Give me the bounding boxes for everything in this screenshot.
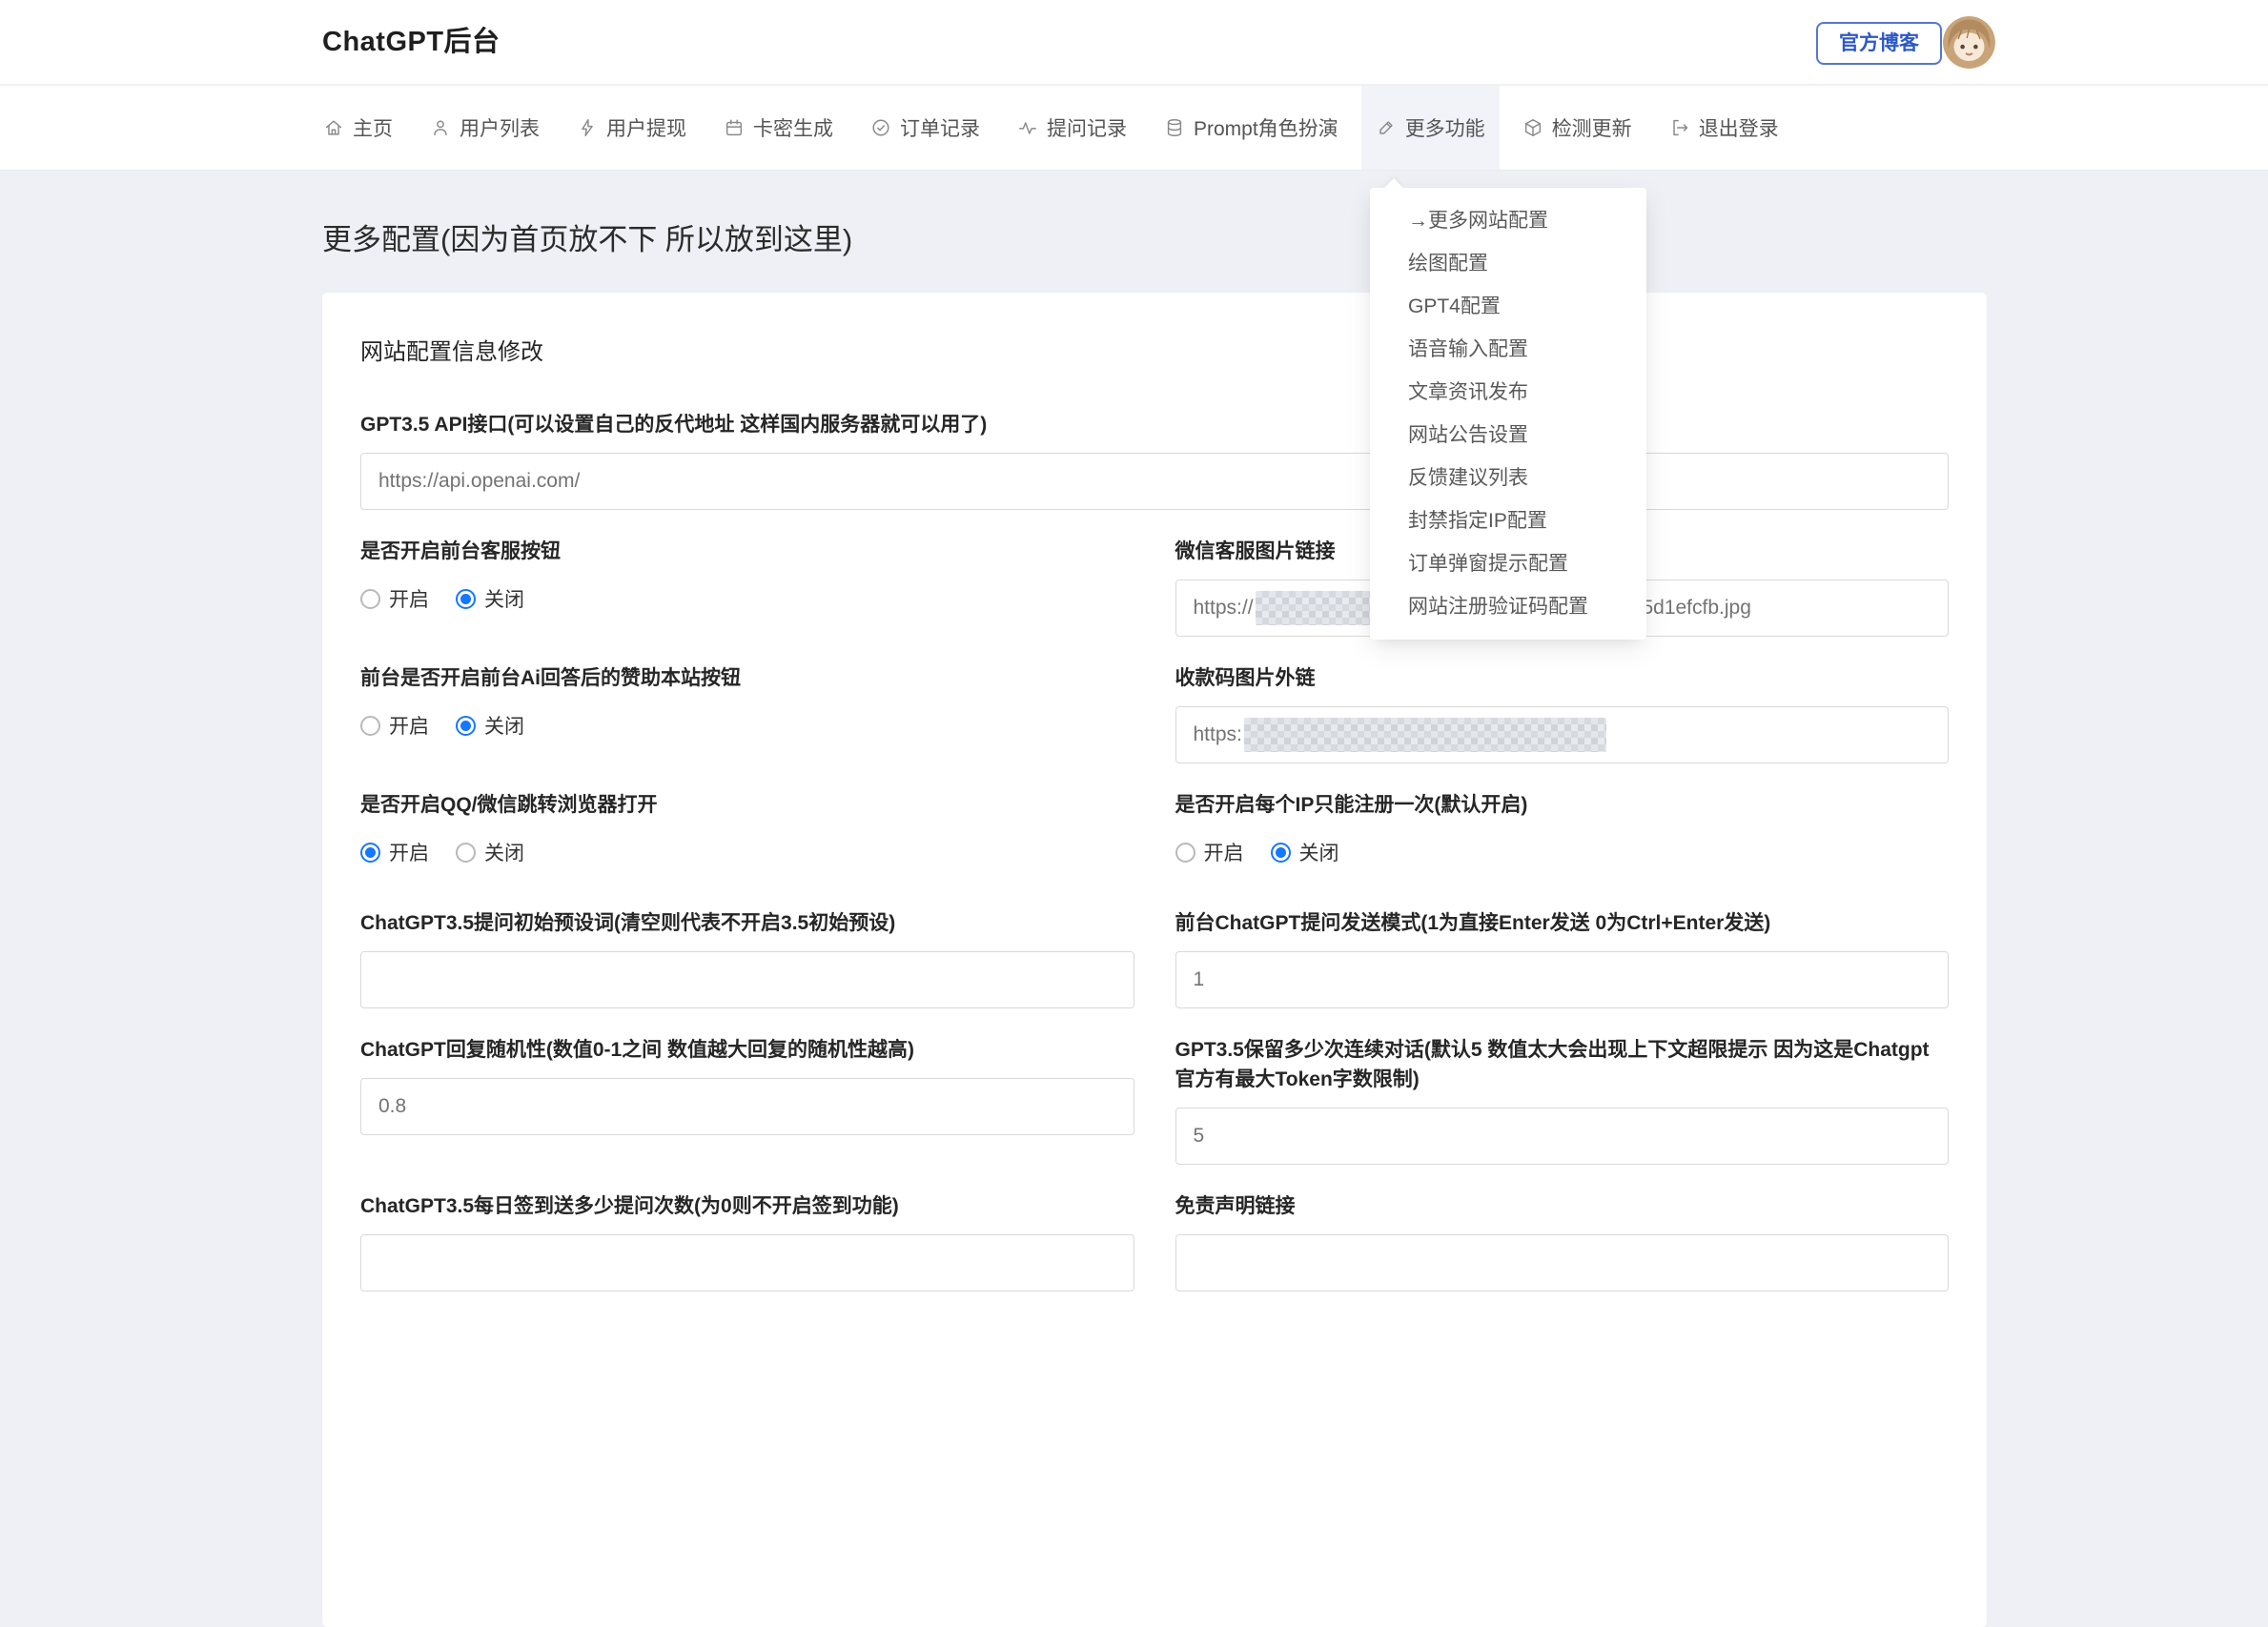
radio-ip-on[interactable]: 开启 [1175,838,1244,866]
field-label: 前台ChatGPT提问发送模式(1为直接Enter发送 0为Ctrl+Enter… [1175,908,1950,938]
dropdown-item-register-captcha-config[interactable]: 网站注册验证码配置 [1370,585,1646,628]
context-rounds-input[interactable] [1175,1108,1950,1165]
api-endpoint-input[interactable] [360,453,1949,510]
field-label: GPT3.5保留多少次连续对话(默认5 数值太大会出现上下文超限提示 因为这是C… [1175,1035,1950,1094]
field-payment-qr: 收款码图片外链 https: [1175,663,1950,763]
dropdown-item-feedback-list[interactable]: 反馈建议列表 [1370,457,1646,499]
official-blog-button[interactable]: 官方博客 [1816,22,1942,65]
nav-item-card-gen[interactable]: 卡密生成 [709,86,848,170]
radio-circle-checked [456,716,476,736]
radio-circle [1175,843,1195,863]
avatar[interactable] [1943,16,1995,69]
field-label: ChatGPT回复随机性(数值0-1之间 数值越大回复的随机性越高) [360,1035,1134,1065]
radio-circle [360,589,380,609]
radio-sponsor-on[interactable]: 开启 [360,711,429,740]
field-preset-words: ChatGPT3.5提问初始预设词(清空则代表不开启3.5初始预设) [360,908,1134,1008]
radio-sponsor-off[interactable]: 关闭 [456,711,524,740]
field-label: ChatGPT3.5每日签到送多少提问次数(为0则不开启签到功能) [360,1191,1134,1221]
nav-item-user-list[interactable]: 用户列表 [416,86,554,170]
dropdown-item-drawing-config[interactable]: 绘图配置 [1370,242,1646,285]
radio-jump-off[interactable]: 关闭 [456,838,524,866]
field-qq-wechat-jump: 是否开启QQ/微信跳转浏览器打开 开启 关闭 [360,790,1134,866]
field-label: GPT3.5 API接口(可以设置自己的反代地址 这样国内服务器就可以用了) [360,410,1949,439]
dropdown-item-more-site-config[interactable]: →更多网站配置 [1370,199,1646,242]
nav-item-orders[interactable]: 订单记录 [856,86,994,170]
field-sponsor-button: 前台是否开启前台Ai回答后的赞助本站按钮 开启 关闭 [360,663,1134,740]
database-icon [1164,117,1185,138]
field-label: 是否开启QQ/微信跳转浏览器打开 [360,790,1134,820]
field-label: 收款码图片外链 [1175,663,1950,693]
radio-circle-checked [456,589,476,609]
field-send-mode: 前台ChatGPT提问发送模式(1为直接Enter发送 0为Ctrl+Enter… [1175,908,1950,1008]
nav-item-questions[interactable]: 提问记录 [1003,86,1141,170]
field-label: 免责声明链接 [1175,1191,1950,1221]
field-ip-register-once: 是否开启每个IP只能注册一次(默认开启) 开启 关闭 [1175,790,1950,866]
calendar-icon [724,117,745,138]
preset-words-input[interactable] [360,951,1134,1008]
field-label: 是否开启前台客服按钮 [360,537,1134,566]
nav-item-more-features[interactable]: 更多功能 [1361,86,1500,170]
dropdown-item-order-popup-config[interactable]: 订单弹窗提示配置 [1370,542,1646,585]
avatar-image [1943,16,1995,69]
main-nav: 主页 用户列表 用户提现 卡密生成 订单记录 提问记录 Prompt角色扮演 更… [0,86,2268,171]
payment-qr-input[interactable]: https: [1175,706,1950,763]
radio-jump-on[interactable]: 开启 [360,838,429,866]
radio-service-on[interactable]: 开启 [360,584,429,613]
radio-ip-off[interactable]: 关闭 [1271,838,1339,866]
zap-icon [577,117,598,138]
activity-icon [1017,117,1038,138]
radio-circle-checked [1271,843,1291,863]
randomness-input[interactable] [360,1078,1134,1135]
radio-circle [360,716,380,736]
page-title: 更多配置(因为首页放不下 所以放到这里) [322,215,2268,258]
nav-item-logout[interactable]: 退出登录 [1655,86,1793,170]
field-disclaimer-link: 免责声明链接 [1175,1191,1950,1291]
app-title: ChatGPT后台 [322,0,501,85]
dropdown-item-gpt4-config[interactable]: GPT4配置 [1370,285,1646,328]
field-daily-signin: ChatGPT3.5每日签到送多少提问次数(为0则不开启签到功能) [360,1191,1134,1291]
dropdown-item-ban-ip-config[interactable]: 封禁指定IP配置 [1370,499,1646,542]
content-area: 更多配置(因为首页放不下 所以放到这里) 网站配置信息修改 GPT3.5 API… [0,172,2268,1128]
logout-icon [1669,117,1690,138]
send-mode-input[interactable] [1175,951,1950,1008]
nav-item-check-update[interactable]: 检测更新 [1508,86,1646,170]
radio-circle-checked [360,843,380,863]
redacted-mosaic [1244,718,1606,752]
field-label: 是否开启每个IP只能注册一次(默认开启) [1175,790,1950,820]
site-config-card: 网站配置信息修改 GPT3.5 API接口(可以设置自己的反代地址 这样国内服务… [322,293,1987,1627]
field-service-button: 是否开启前台客服按钮 开启 关闭 [360,537,1134,613]
card-heading: 网站配置信息修改 [360,333,1949,366]
field-label: ChatGPT3.5提问初始预设词(清空则代表不开启3.5初始预设) [360,908,1134,938]
radio-circle [456,843,476,863]
radio-service-off[interactable]: 关闭 [456,584,524,613]
nav-item-prompt-roleplay[interactable]: Prompt角色扮演 [1150,86,1353,170]
check-circle-icon [870,117,891,138]
dropdown-item-voice-input-config[interactable]: 语音输入配置 [1370,328,1646,371]
dropdown-item-article-publish[interactable]: 文章资讯发布 [1370,371,1646,414]
disclaimer-link-input[interactable] [1175,1234,1950,1291]
more-features-dropdown: →更多网站配置 绘图配置 GPT4配置 语音输入配置 文章资讯发布 网站公告设置… [1370,188,1646,640]
field-context-rounds: GPT3.5保留多少次连续对话(默认5 数值太大会出现上下文超限提示 因为这是C… [1175,1035,1950,1165]
dropdown-item-site-announcement[interactable]: 网站公告设置 [1370,414,1646,457]
user-icon [430,117,451,138]
field-api-endpoint: GPT3.5 API接口(可以设置自己的反代地址 这样国内服务器就可以用了) [360,410,1949,510]
nav-item-home[interactable]: 主页 [309,86,407,170]
pen-icon [1376,117,1397,138]
nav-item-withdraw[interactable]: 用户提现 [562,86,701,170]
daily-signin-input[interactable] [360,1234,1134,1291]
field-randomness: ChatGPT回复随机性(数值0-1之间 数值越大回复的随机性越高) [360,1035,1134,1135]
app-header: ChatGPT后台 官方博客 [0,0,2268,85]
package-icon [1522,117,1543,138]
home-icon [323,117,344,138]
field-label: 前台是否开启前台Ai回答后的赞助本站按钮 [360,663,1134,693]
